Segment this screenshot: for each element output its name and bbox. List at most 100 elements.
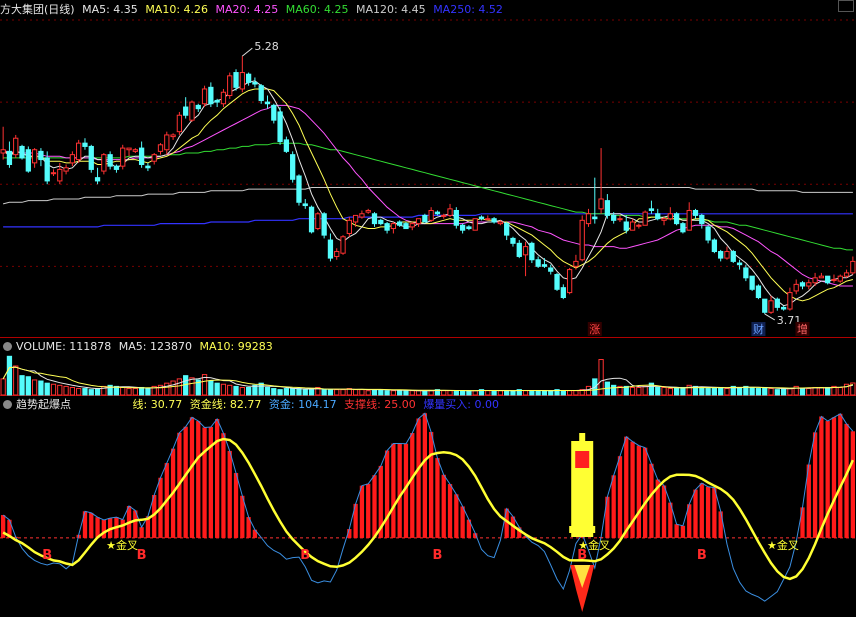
candle-body <box>138 147 145 166</box>
fund-bar <box>366 483 371 538</box>
candle-body <box>585 213 592 225</box>
candle-body <box>126 147 132 151</box>
burst-buy-legend: 爆量买入: 0.00 <box>423 398 500 411</box>
support-legend: 支撑线: 25.00 <box>344 398 416 411</box>
event-badge-label: 增 <box>797 322 808 336</box>
candle-body <box>365 209 371 213</box>
candle-body <box>44 157 50 182</box>
candle-up <box>566 267 573 295</box>
volume-bar <box>768 388 774 396</box>
volume-bar <box>132 388 138 396</box>
candle-body <box>453 209 459 226</box>
volume-bar <box>466 390 472 396</box>
candle-body <box>787 292 793 310</box>
volume-bar <box>422 390 428 396</box>
candle-body <box>843 272 850 277</box>
fund-bar <box>460 506 465 538</box>
volume-bar <box>82 388 88 396</box>
volume-legend: VOLUME: 111878 <box>16 340 112 353</box>
fund-bar <box>454 494 459 538</box>
golden-cross-label: ★金叉 <box>578 538 610 552</box>
buy-signal-label: B <box>697 548 707 563</box>
fund-bar <box>693 489 698 538</box>
ma60-legend: MA60: 4.25 <box>285 3 349 16</box>
volume-bar <box>57 384 63 396</box>
fund-bar <box>718 511 723 538</box>
fund-bar <box>221 433 226 538</box>
candle-body <box>13 137 19 156</box>
fund-bar <box>384 450 390 538</box>
volume-bar <box>428 390 434 396</box>
candle-body <box>233 72 239 88</box>
candle-body <box>371 213 378 225</box>
volume-bar <box>359 389 365 396</box>
volume-menu-icon[interactable] <box>3 341 12 351</box>
candle-body <box>472 218 478 231</box>
candle-body <box>711 239 718 253</box>
buy-signal-label: B <box>137 548 147 563</box>
candle-body <box>63 167 69 172</box>
candle-body <box>296 175 302 203</box>
volume-bar <box>541 390 548 396</box>
candle-body <box>837 275 843 282</box>
volume-bar <box>88 389 94 396</box>
candle-body <box>743 267 749 279</box>
volume-bar <box>277 389 283 396</box>
candle-body <box>384 223 390 231</box>
candle-down <box>711 238 718 254</box>
candle-body <box>183 106 189 116</box>
rocket-band <box>569 526 596 533</box>
price-header: 方大集团(日线) MA5: 4.35 MA10: 4.26 MA20: 4.25… <box>0 2 507 18</box>
candle-body <box>308 206 315 233</box>
fund-bar <box>441 474 446 538</box>
volume-ma5-legend: MA5: 123870 <box>118 340 192 353</box>
volume-bar <box>762 386 768 396</box>
stock-title[interactable]: 方大集团(日线) <box>0 3 75 16</box>
candle-body <box>208 86 214 105</box>
stock-chart-canvas: 5.283.71涨财增 B B B B B B★金叉 ★金叉 ★金叉 <box>0 0 856 617</box>
candle-body <box>718 251 724 259</box>
line-legend: 线: 30.77 <box>132 398 183 411</box>
volume-header: VOLUME: 111878 MA5: 123870 MA10: 99283 <box>0 339 277 355</box>
candle-body <box>812 277 818 284</box>
fund-bar <box>850 431 855 538</box>
volume-bar <box>749 386 755 396</box>
volume-bar <box>145 388 151 396</box>
candle-down <box>673 212 680 226</box>
ma10-legend: MA10: 4.26 <box>145 3 209 16</box>
fund-bar <box>611 475 616 538</box>
volume-bar <box>711 386 718 396</box>
candle-body <box>239 72 245 90</box>
window-close-icon[interactable] <box>838 0 854 12</box>
candle-up <box>201 85 208 108</box>
indicator-name[interactable]: 趋势起爆点 <box>16 398 71 411</box>
candle-body <box>548 267 554 272</box>
volume-bar <box>44 382 50 396</box>
candle-body <box>762 298 768 313</box>
candle-body <box>724 251 730 259</box>
fund-bar <box>838 413 843 538</box>
fund-bar <box>89 512 94 538</box>
candle-down <box>308 205 315 234</box>
volume-bar <box>535 390 541 396</box>
candle-body <box>321 213 327 236</box>
candle-body <box>415 218 422 225</box>
indicator-menu-icon[interactable] <box>3 399 12 409</box>
fund-bar <box>643 447 648 538</box>
candle-down <box>19 144 25 160</box>
volume-bar <box>655 386 661 396</box>
volume-bar <box>780 388 787 396</box>
fund-bar <box>435 458 440 538</box>
fund-bar <box>372 475 377 538</box>
volume-bar <box>560 390 566 396</box>
candle-body <box>441 214 447 217</box>
fund-bar <box>617 456 623 538</box>
candle-up <box>13 134 19 158</box>
volume-bar <box>384 390 390 396</box>
fund-bar <box>416 418 421 538</box>
candle-body <box>692 209 699 216</box>
volume-bar <box>321 389 327 396</box>
fund-bar <box>661 485 667 538</box>
volume-bar <box>472 390 478 396</box>
candle-body <box>227 75 233 97</box>
